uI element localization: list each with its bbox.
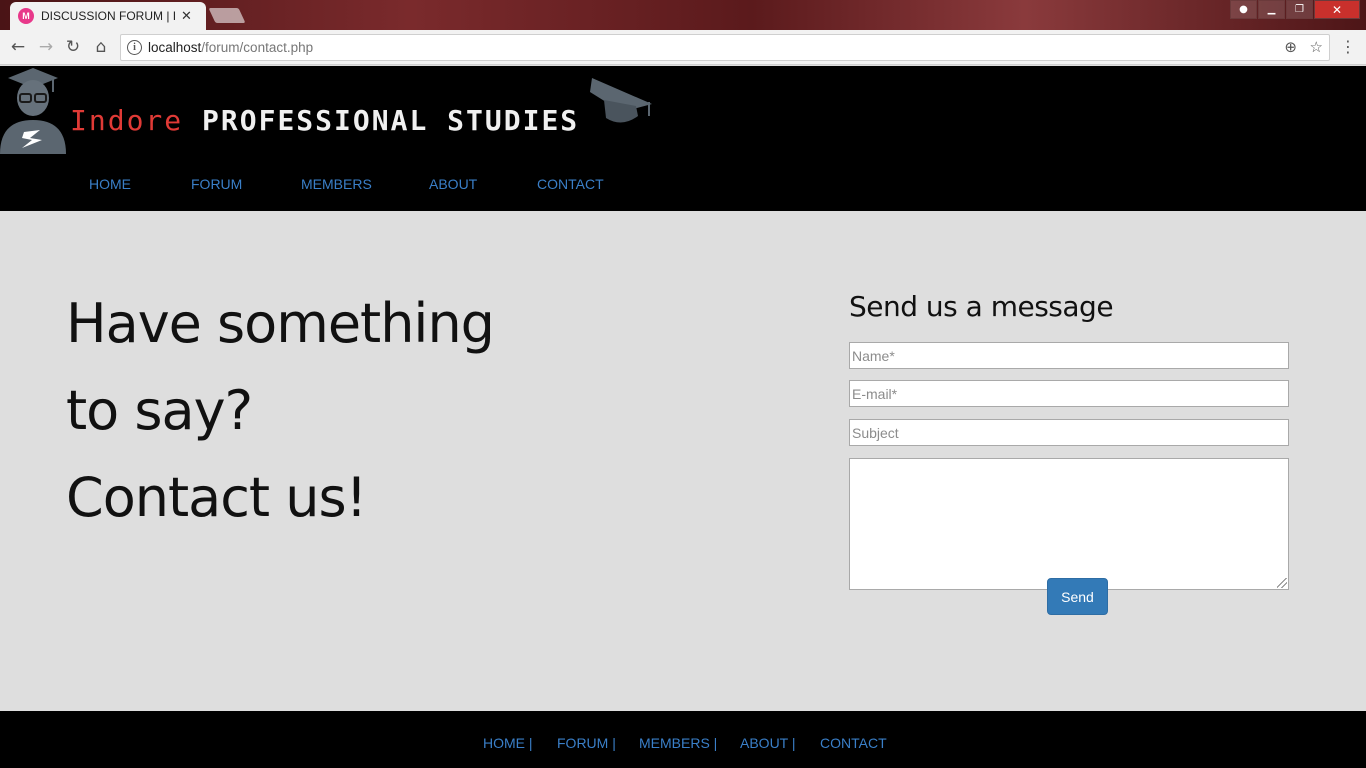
address-bar[interactable]: i localhost/forum/contact.php ⊕ ☆ (120, 34, 1330, 61)
restore-button[interactable]: ❐ (1286, 0, 1313, 19)
headline-line: Contact us! (66, 466, 367, 529)
send-button[interactable]: Send (1047, 578, 1108, 615)
url-text: localhost/forum/contact.php (148, 40, 314, 55)
favicon-icon: M (18, 8, 34, 24)
back-icon[interactable]: ← (7, 37, 29, 57)
tab-close-icon[interactable]: ✕ (181, 9, 192, 24)
tab-title: DISCUSSION FORUM | IN (41, 9, 175, 23)
forward-icon[interactable]: → (35, 37, 57, 57)
close-window-button[interactable]: ✕ (1314, 0, 1360, 19)
footer-nav-forum[interactable]: FORUM | (557, 735, 616, 751)
star-icon[interactable]: ☆ (1310, 38, 1323, 56)
footer-nav-about[interactable]: ABOUT | (740, 735, 796, 751)
browser-titlebar: M DISCUSSION FORUM | IN ✕ ● ▁ ❐ ✕ (0, 0, 1366, 30)
message-textarea[interactable] (849, 458, 1289, 590)
nav-about[interactable]: ABOUT (429, 176, 477, 192)
footer-nav-contact[interactable]: CONTACT (820, 735, 887, 751)
reload-icon[interactable]: ↻ (62, 37, 84, 57)
graduation-cap-icon (590, 78, 652, 123)
contact-headline: Have something to say? Contact us! (66, 280, 495, 541)
footer-nav-home[interactable]: HOME | (483, 735, 533, 751)
nav-members[interactable]: MEMBERS (301, 176, 372, 192)
name-field[interactable] (849, 342, 1289, 369)
nav-forum[interactable]: FORUM (191, 176, 242, 192)
window-controls: ● ▁ ❐ ✕ (1229, 0, 1360, 19)
student-avatar-icon (0, 68, 66, 154)
new-tab-button[interactable] (208, 8, 246, 23)
user-icon[interactable]: ● (1230, 0, 1257, 19)
minimize-button[interactable]: ▁ (1258, 0, 1285, 19)
zoom-icon[interactable]: ⊕ (1284, 38, 1297, 56)
email-field[interactable] (849, 380, 1289, 407)
headline-line: Have something (66, 292, 495, 355)
form-title: Send us a message (849, 290, 1114, 323)
home-icon[interactable]: ⌂ (90, 37, 112, 57)
browser-tab[interactable]: M DISCUSSION FORUM | IN ✕ (10, 2, 206, 30)
browser-toolbar: ← → ↻ ⌂ i localhost/forum/contact.php ⊕ … (0, 30, 1366, 65)
nav-home[interactable]: HOME (89, 176, 131, 192)
nav-contact[interactable]: CONTACT (537, 176, 604, 192)
site-logo[interactable]: Indore PROFESSIONAL STUDIES (70, 104, 579, 137)
headline-line: to say? (66, 379, 253, 442)
main-nav: HOME FORUM MEMBERS ABOUT CONTACT (0, 176, 700, 200)
site-footer: HOME | FORUM | MEMBERS | ABOUT | CONTACT (0, 711, 1366, 768)
resize-handle-icon[interactable] (1277, 578, 1287, 588)
footer-nav-members[interactable]: MEMBERS | (639, 735, 717, 751)
footer-nav: HOME | FORUM | MEMBERS | ABOUT | CONTACT (0, 735, 1366, 755)
subject-field[interactable] (849, 419, 1289, 446)
menu-icon[interactable]: ⋮ (1340, 37, 1356, 56)
site-header: Indore PROFESSIONAL STUDIES HOME FORUM M… (0, 66, 1366, 211)
info-icon[interactable]: i (127, 40, 142, 55)
